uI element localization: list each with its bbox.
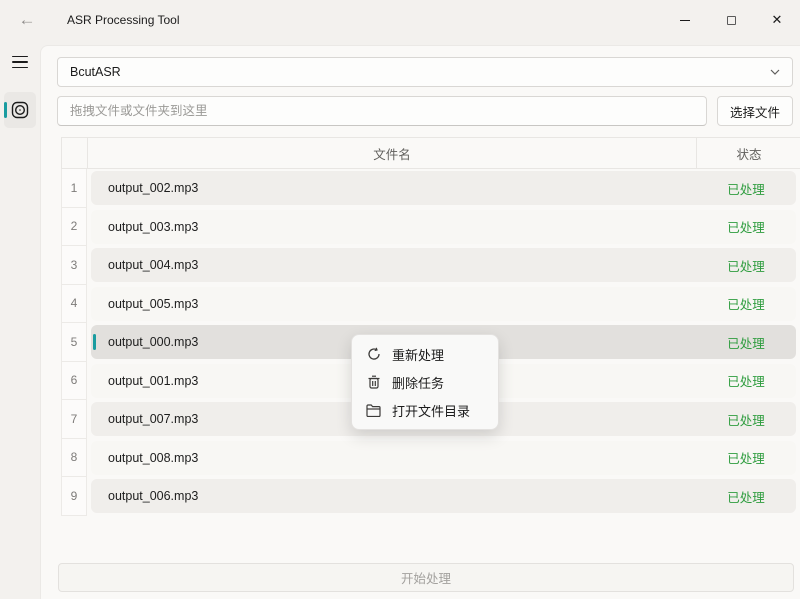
context-menu-item[interactable]: 打开文件目录 <box>356 396 494 424</box>
lens-record-icon <box>11 101 29 119</box>
header-status: 状态 <box>697 138 800 168</box>
row-pill[interactable]: output_008.mp3 已处理 <box>91 441 796 475</box>
row-filename: output_008.mp3 <box>91 451 696 465</box>
start-processing-button[interactable]: 开始处理 <box>58 563 794 592</box>
row-index: 3 <box>61 246 87 285</box>
row-filename: output_002.mp3 <box>91 181 696 195</box>
context-menu-item[interactable]: 重新处理 <box>356 340 494 368</box>
selected-accent-bar <box>4 102 7 118</box>
window-controls: ✕ <box>662 0 800 40</box>
table-row[interactable]: 3 output_004.mp3 已处理 <box>61 246 800 285</box>
row-pill[interactable]: output_004.mp3 已处理 <box>91 248 796 282</box>
row-pill[interactable]: output_005.mp3 已处理 <box>91 287 796 321</box>
file-drop-input[interactable] <box>57 96 707 126</box>
trash-icon <box>366 375 381 390</box>
row-pill[interactable]: output_006.mp3 已处理 <box>91 479 796 513</box>
back-arrow-icon: ← <box>19 10 36 30</box>
table-row[interactable]: 4 output_005.mp3 已处理 <box>61 285 800 324</box>
row-index: 4 <box>61 285 87 324</box>
content-pane: BcutASR 选择文件 文件名 状态 1 output_002.mp3 已处理… <box>40 45 800 599</box>
chevron-down-icon <box>770 69 780 75</box>
row-status-badge: 已处理 <box>696 294 796 313</box>
close-icon: ✕ <box>772 12 783 28</box>
engine-select[interactable]: BcutASR <box>57 57 793 87</box>
refresh-icon <box>366 347 381 362</box>
file-drop-row: 选择文件 <box>57 96 793 126</box>
sidebar <box>0 40 40 599</box>
minimize-button[interactable] <box>662 0 708 40</box>
nav-menu-button[interactable] <box>4 46 36 78</box>
row-index: 5 <box>61 323 87 362</box>
header-filename: 文件名 <box>88 138 697 168</box>
row-context-menu: 重新处理 删除任务 打开文件目录 <box>351 334 499 430</box>
maximize-button[interactable] <box>708 0 754 40</box>
minimize-icon <box>680 20 690 21</box>
row-pill[interactable]: output_002.mp3 已处理 <box>91 171 796 205</box>
context-menu-item-label: 删除任务 <box>392 373 444 392</box>
table-row[interactable]: 9 output_006.mp3 已处理 <box>61 477 800 516</box>
row-status-badge: 已处理 <box>696 217 796 236</box>
row-status-badge: 已处理 <box>696 371 796 390</box>
titlebar: ← ASR Processing Tool ✕ <box>0 0 800 40</box>
row-filename: output_006.mp3 <box>91 489 696 503</box>
maximize-icon <box>727 16 736 25</box>
row-index: 8 <box>61 439 87 478</box>
engine-select-value: BcutASR <box>70 65 121 79</box>
table-row[interactable]: 2 output_003.mp3 已处理 <box>61 208 800 247</box>
row-status-badge: 已处理 <box>696 333 796 352</box>
row-index: 6 <box>61 362 87 401</box>
row-index: 1 <box>61 169 87 208</box>
row-pill[interactable]: output_003.mp3 已处理 <box>91 210 796 244</box>
row-status-badge: 已处理 <box>696 448 796 467</box>
row-index: 9 <box>61 477 87 516</box>
context-menu-item-label: 打开文件目录 <box>392 401 470 420</box>
row-status-badge: 已处理 <box>696 487 796 506</box>
header-index-column <box>62 138 88 168</box>
select-file-button[interactable]: 选择文件 <box>717 96 793 126</box>
close-button[interactable]: ✕ <box>754 0 800 40</box>
table-row[interactable]: 8 output_008.mp3 已处理 <box>61 439 800 478</box>
row-filename: output_005.mp3 <box>91 297 696 311</box>
open-folder-icon <box>366 403 381 418</box>
row-filename: output_004.mp3 <box>91 258 696 272</box>
row-index: 7 <box>61 400 87 439</box>
sidebar-item-asr[interactable] <box>4 92 36 128</box>
table-row[interactable]: 1 output_002.mp3 已处理 <box>61 169 800 208</box>
window-title: ASR Processing Tool <box>67 13 180 27</box>
context-menu-item[interactable]: 删除任务 <box>356 368 494 396</box>
context-menu-item-label: 重新处理 <box>392 345 444 364</box>
back-button[interactable]: ← <box>10 4 44 36</box>
row-index: 2 <box>61 208 87 247</box>
row-selected-accent-bar <box>93 334 96 350</box>
row-status-badge: 已处理 <box>696 179 796 198</box>
row-status-badge: 已处理 <box>696 256 796 275</box>
task-table: 文件名 状态 1 output_002.mp3 已处理 2 output_003… <box>61 137 800 516</box>
row-filename: output_003.mp3 <box>91 220 696 234</box>
hamburger-icon <box>12 56 28 58</box>
row-status-badge: 已处理 <box>696 410 796 429</box>
table-header: 文件名 状态 <box>61 137 800 169</box>
